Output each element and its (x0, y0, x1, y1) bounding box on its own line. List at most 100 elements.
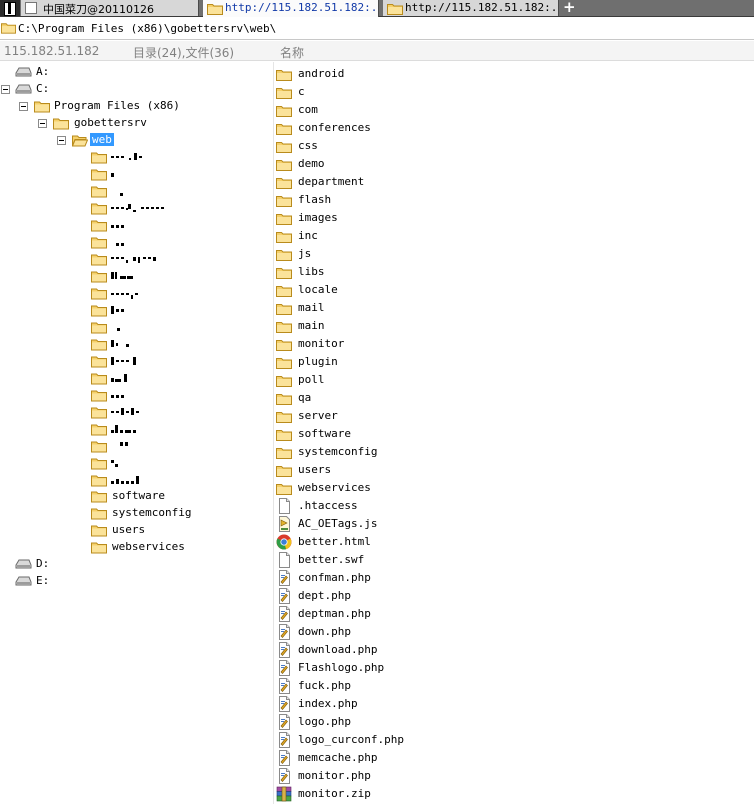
folder-icon (91, 186, 107, 198)
tree-drive-c[interactable]: C: (0, 81, 120, 98)
tree-folder-garbled[interactable] (0, 251, 200, 268)
folder-row[interactable]: mail (275, 299, 754, 317)
tree-folder-program-files[interactable]: Program Files (x86) (0, 98, 200, 115)
tree-folder-label: Program Files (x86) (54, 99, 180, 112)
file-row[interactable]: .htaccess (275, 497, 754, 515)
path-bar[interactable]: C:\Program Files (x86)\gobettersrv\web\ (0, 18, 754, 40)
tree-folder-garbled[interactable] (0, 200, 200, 217)
folder-row[interactable]: webservices (275, 479, 754, 497)
folder-row[interactable]: js (275, 245, 754, 263)
file-row[interactable]: monitor.zip (275, 785, 754, 803)
file-row[interactable]: logo.php (275, 713, 754, 731)
file-row[interactable]: index.php (275, 695, 754, 713)
tree-folder-users[interactable]: users (0, 522, 200, 539)
folder-row[interactable]: qa (275, 389, 754, 407)
file-row[interactable]: better.swf (275, 551, 754, 569)
name-column-header[interactable]: 名称 (280, 44, 304, 61)
folder-row[interactable]: c (275, 83, 754, 101)
folder-row[interactable]: flash (275, 191, 754, 209)
collapse-icon[interactable] (57, 136, 66, 145)
folder-icon (276, 70, 292, 81)
tree-folder-garbled[interactable] (0, 455, 200, 472)
file-row[interactable]: confman.php (275, 569, 754, 587)
folder-row[interactable]: users (275, 461, 754, 479)
drive-icon (15, 576, 32, 586)
file-name: confman.php (298, 571, 371, 584)
file-name: images (298, 211, 338, 224)
tree-folder-garbled[interactable] (0, 183, 200, 200)
tree-folder-software[interactable]: software (0, 488, 200, 505)
folder-row[interactable]: locale (275, 281, 754, 299)
folder-row[interactable]: software (275, 425, 754, 443)
tab-url-active[interactable]: http://115.182.51.182:... (203, 0, 379, 17)
tree-folder-garbled[interactable] (0, 268, 200, 285)
folder-row[interactable]: department (275, 173, 754, 191)
collapse-icon[interactable] (1, 85, 10, 94)
folder-row[interactable]: android (275, 65, 754, 83)
new-tab-button[interactable]: + (563, 0, 576, 16)
folder-row[interactable]: server (275, 407, 754, 425)
garbled-folder-name (111, 474, 171, 486)
tree-folder-garbled[interactable] (0, 370, 200, 387)
php-file-icon (279, 642, 290, 658)
directory-tree: A: C: Program Files (x86) gobettersrv we… (0, 62, 273, 804)
file-row[interactable]: fuck.php (275, 677, 754, 695)
folder-row[interactable]: css (275, 137, 754, 155)
collapse-icon[interactable] (19, 102, 28, 111)
tree-folder-webservices[interactable]: webservices (0, 539, 200, 556)
file-row[interactable]: Flashlogo.php (275, 659, 754, 677)
folder-row[interactable]: systemconfig (275, 443, 754, 461)
file-row[interactable]: logo_curconf.php (275, 731, 754, 749)
tree-folder-garbled[interactable] (0, 149, 200, 166)
tree-folder-garbled[interactable] (0, 387, 200, 404)
file-row[interactable]: better.html (275, 533, 754, 551)
folder-row[interactable]: main (275, 317, 754, 335)
tree-folder-garbled[interactable] (0, 421, 200, 438)
folder-row[interactable]: monitor (275, 335, 754, 353)
pane-divider[interactable] (273, 62, 274, 804)
file-row[interactable]: dept.php (275, 587, 754, 605)
folder-row[interactable]: images (275, 209, 754, 227)
tree-folder-garbled[interactable] (0, 217, 200, 234)
folder-row[interactable]: conferences (275, 119, 754, 137)
file-row[interactable]: memcache.php (275, 749, 754, 767)
folder-icon (91, 271, 107, 283)
tree-folder-garbled[interactable] (0, 166, 200, 183)
tree-folder-garbled[interactable] (0, 472, 200, 489)
file-name: android (298, 67, 345, 80)
tree-drive-e[interactable]: E: (0, 573, 120, 590)
file-row[interactable]: down.php (275, 623, 754, 641)
tree-folder-garbled[interactable] (0, 438, 200, 455)
tree-folder-garbled[interactable] (0, 234, 200, 251)
file-name: inc (298, 229, 318, 242)
tree-folder-garbled[interactable] (0, 302, 200, 319)
folder-row[interactable]: libs (275, 263, 754, 281)
tree-folder-gobettersrv[interactable]: gobettersrv (0, 115, 200, 132)
garbled-folder-name (111, 151, 171, 163)
tree-drive-d[interactable]: D: (0, 556, 120, 573)
tree-folder-garbled[interactable] (0, 353, 200, 370)
folder-row[interactable]: demo (275, 155, 754, 173)
file-row[interactable]: download.php (275, 641, 754, 659)
tree-folder-garbled[interactable] (0, 285, 200, 302)
tab-app[interactable]: 中国菜刀@20110126 (21, 0, 199, 16)
tree-folder-web[interactable]: web (0, 132, 200, 149)
folder-row[interactable]: inc (275, 227, 754, 245)
folder-row[interactable]: plugin (275, 353, 754, 371)
file-row[interactable]: deptman.php (275, 605, 754, 623)
folder-row[interactable]: com (275, 101, 754, 119)
tree-folder-garbled[interactable] (0, 319, 200, 336)
folder-icon (91, 254, 107, 266)
folder-row[interactable]: poll (275, 371, 754, 389)
tree-folder-garbled[interactable] (0, 404, 200, 421)
tree-folder-systemconfig[interactable]: systemconfig (0, 505, 200, 522)
tree-folder-garbled[interactable] (0, 336, 200, 353)
garbled-folder-name (111, 253, 171, 265)
tab-url[interactable]: http://115.182.51.182:... (383, 0, 559, 16)
collapse-icon[interactable] (38, 119, 47, 128)
folder-icon (91, 288, 107, 300)
tree-folder-label-selected: web (90, 133, 114, 146)
file-row[interactable]: monitor.php (275, 767, 754, 785)
tree-drive-a[interactable]: A: (0, 64, 120, 81)
file-row[interactable]: AC_OETags.js (275, 515, 754, 533)
